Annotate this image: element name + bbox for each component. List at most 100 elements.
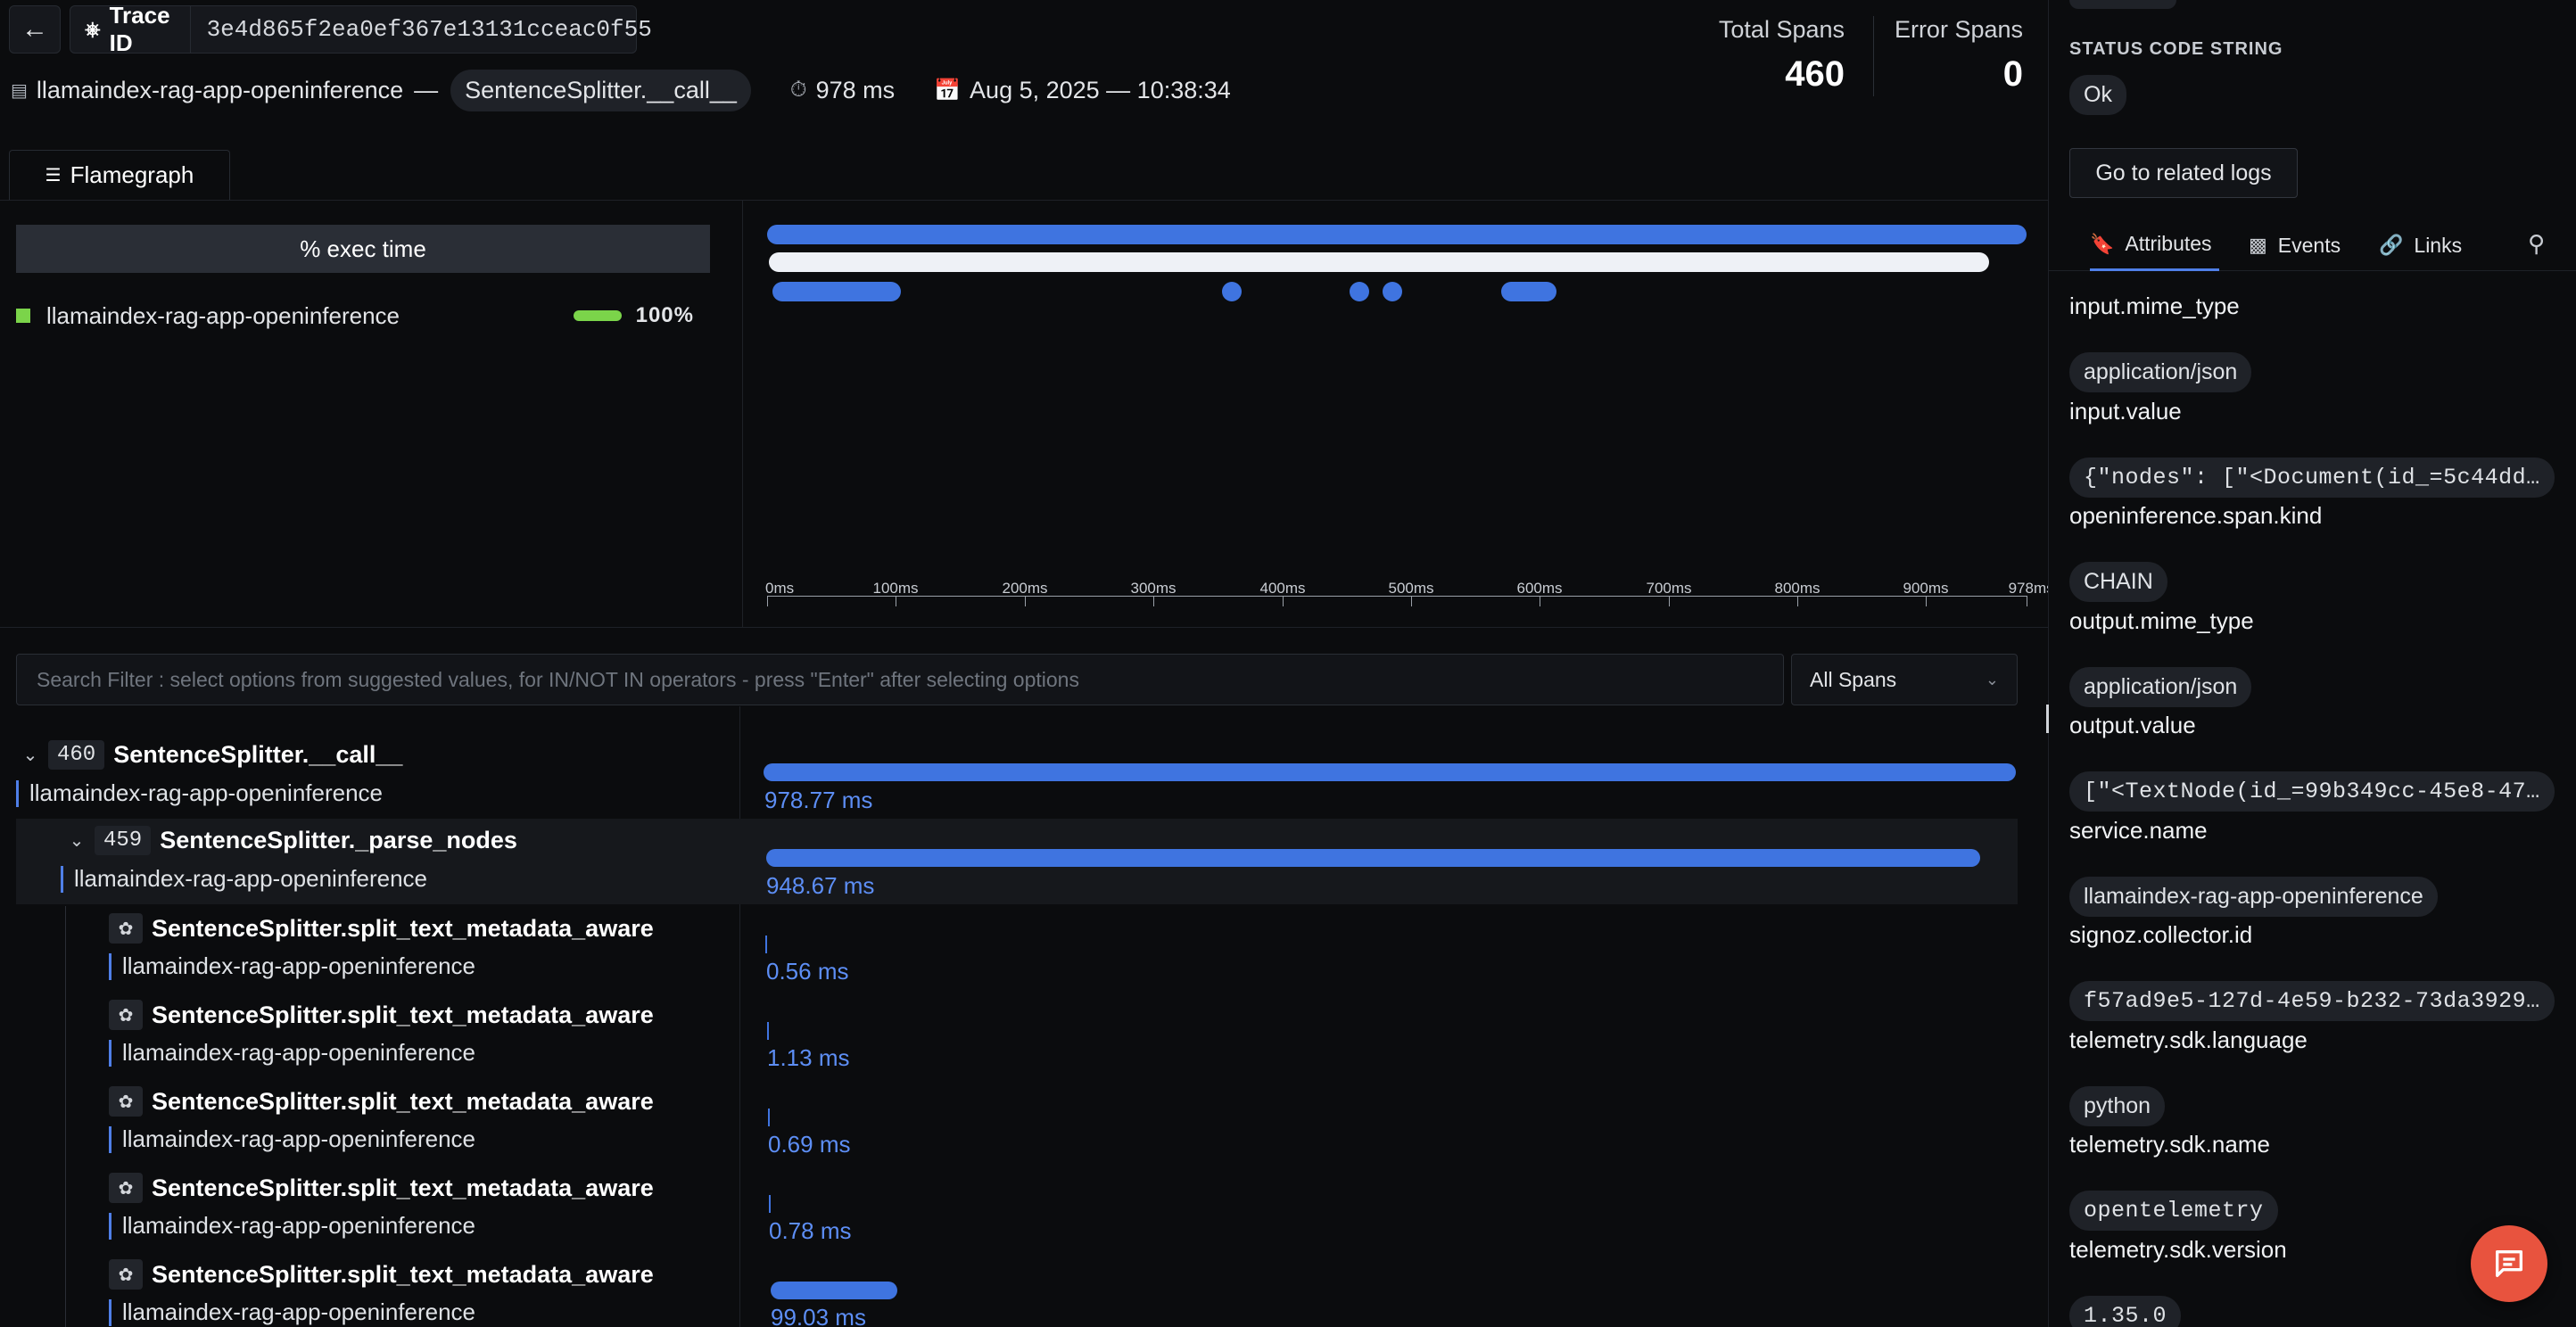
exec-time-percent: 100% bbox=[635, 303, 694, 327]
span-duration: 1.13 ms bbox=[767, 1044, 850, 1071]
legend-service-name: llamaindex-rag-app-openinference bbox=[46, 301, 400, 329]
flamegraph-icon: ☰ bbox=[45, 166, 62, 185]
attribute-value[interactable]: opentelemetry bbox=[2069, 1191, 2278, 1231]
attribute-value[interactable]: f57ad9e5-127d-4e59-b232-73da3929... bbox=[2069, 981, 2555, 1021]
panel-resize-handle[interactable] bbox=[2046, 705, 2049, 733]
leaf-icon: ✿ bbox=[109, 1086, 143, 1117]
trace-icon: ⎈ bbox=[85, 18, 101, 40]
attribute-key: output.value bbox=[2069, 712, 2196, 738]
status-code-value: Ok bbox=[2069, 75, 2126, 115]
trace-id-value[interactable]: 3e4d865f2ea0ef367e13131cceac0f55 bbox=[191, 16, 652, 43]
span-row[interactable]: ✿ SentenceSplitter.split_text_metadata_a… bbox=[0, 1252, 2018, 1327]
span-row-selected[interactable]: ⌄ 459 SentenceSplitter._parse_nodes llam… bbox=[16, 819, 2018, 904]
flame-bar-child[interactable] bbox=[1383, 282, 1402, 301]
attribute-key: openinference.span.kind bbox=[2069, 502, 2323, 529]
search-filter-input[interactable] bbox=[16, 654, 1784, 705]
span-name: SentenceSplitter.split_text_metadata_awa… bbox=[152, 1260, 654, 1288]
attribute-value[interactable]: CHAIN bbox=[2069, 562, 2167, 602]
span-bar[interactable] bbox=[768, 1109, 770, 1126]
flame-bar-child[interactable] bbox=[1222, 282, 1242, 301]
trace-duration: ⏱ 978 ms bbox=[789, 76, 896, 103]
flame-bar-selected[interactable] bbox=[769, 252, 1989, 272]
leaf-icon: ✿ bbox=[109, 913, 143, 944]
span-name: SentenceSplitter.split_text_metadata_awa… bbox=[152, 1001, 654, 1028]
axis-tick-label: 300ms bbox=[1130, 580, 1177, 597]
attribute-key: input.value bbox=[2069, 397, 2182, 424]
span-service: llamaindex-rag-app-openinference bbox=[122, 1298, 476, 1325]
exec-time-bar bbox=[573, 310, 622, 321]
trace-id-label: Trace ID bbox=[109, 2, 170, 56]
calendar-icon: 📅 bbox=[934, 78, 962, 103]
tab-events[interactable]: ▩ Events bbox=[2249, 219, 2341, 271]
leaf-icon: ✿ bbox=[109, 1259, 143, 1290]
span-bar[interactable] bbox=[769, 1195, 771, 1213]
axis-tick-label: 700ms bbox=[1646, 580, 1692, 597]
chat-button[interactable] bbox=[2471, 1225, 2547, 1302]
flame-bar-child[interactable] bbox=[1501, 282, 1556, 301]
exec-time-header: % exec time bbox=[16, 225, 710, 273]
flame-bar-child[interactable] bbox=[772, 282, 901, 301]
service-icon: ▤ bbox=[11, 80, 28, 101]
span-row[interactable]: ✿ SentenceSplitter.split_text_metadata_a… bbox=[0, 1166, 2018, 1251]
search-icon[interactable]: ⚲ bbox=[2528, 230, 2545, 258]
collapse-chevron-icon[interactable]: ⌄ bbox=[68, 829, 86, 852]
attribute-value[interactable]: ["<TextNode(id_=99b349cc-45e8-47... bbox=[2069, 771, 2555, 812]
attribute-key: telemetry.sdk.language bbox=[2069, 1026, 2308, 1053]
chevron-down-icon: ⌄ bbox=[1985, 670, 1999, 688]
service-legend-row[interactable]: llamaindex-rag-app-openinference 100% bbox=[16, 300, 694, 332]
go-to-logs-button[interactable]: Go to related logs bbox=[2069, 148, 2298, 198]
error-spans-stat: Error Spans 0 bbox=[1894, 16, 2023, 94]
tab-flamegraph[interactable]: ☰ Flamegraph bbox=[9, 150, 230, 200]
span-service: llamaindex-rag-app-openinference bbox=[122, 1212, 476, 1239]
attribute-item: telemetry.sdk.language python bbox=[2069, 1026, 2308, 1131]
attribute-key: signoz.collector.id bbox=[2069, 921, 2253, 948]
span-bar[interactable] bbox=[771, 1282, 897, 1299]
span-name: SentenceSplitter.split_text_metadata_awa… bbox=[152, 1087, 654, 1115]
span-duration: 0.69 ms bbox=[768, 1131, 851, 1158]
span-bar[interactable] bbox=[765, 935, 767, 953]
span-duration: 948.67 ms bbox=[766, 872, 875, 899]
span-service: llamaindex-rag-app-openinference bbox=[74, 865, 428, 892]
tab-attributes[interactable]: 🔖 Attributes bbox=[2090, 219, 2219, 271]
axis-tick-label: 900ms bbox=[1903, 580, 1949, 597]
flame-bar-child[interactable] bbox=[1350, 282, 1369, 301]
tab-links[interactable]: 🔗 Links bbox=[2379, 219, 2462, 271]
span-name: SentenceSplitter._parse_nodes bbox=[160, 827, 517, 853]
span-row[interactable]: ✿ SentenceSplitter.split_text_metadata_a… bbox=[0, 906, 2018, 992]
span-bar[interactable] bbox=[766, 849, 1980, 867]
bookmark-icon: 🔖 bbox=[2090, 232, 2115, 255]
attribute-value[interactable]: llamaindex-rag-app-openinference bbox=[2069, 876, 2438, 917]
back-button[interactable]: ← bbox=[9, 5, 61, 54]
leaf-icon: ✿ bbox=[109, 1173, 143, 1203]
attribute-item: input.mime_type application/json bbox=[2069, 293, 2252, 397]
span-bar[interactable] bbox=[767, 1022, 769, 1040]
attribute-value[interactable]: 1.35.0 bbox=[2069, 1295, 2182, 1327]
span-service: llamaindex-rag-app-openinference bbox=[122, 1039, 476, 1066]
attribute-key: input.mime_type bbox=[2069, 293, 2240, 319]
attribute-item: output.mime_type application/json bbox=[2069, 607, 2254, 712]
link-icon: 🔗 bbox=[2379, 234, 2404, 256]
span-service: llamaindex-rag-app-openinference bbox=[29, 779, 384, 806]
attribute-key: service.name bbox=[2069, 816, 2208, 844]
spans-select[interactable]: All Spans ⌄ bbox=[1791, 654, 2018, 705]
root-span-name: SentenceSplitter.__call__ bbox=[450, 69, 751, 111]
collapse-chevron-icon[interactable]: ⌄ bbox=[21, 744, 39, 766]
span-row[interactable]: ✿ SentenceSplitter.split_text_metadata_a… bbox=[0, 993, 2018, 1078]
trace-breadcrumb: ▤ llamaindex-rag-app-openinference — Sen… bbox=[11, 69, 1231, 111]
flame-bar-root[interactable] bbox=[767, 225, 2027, 244]
attribute-value[interactable]: {"nodes": ["<Document(id_=5c44dd1d... bbox=[2069, 457, 2555, 498]
span-bar[interactable] bbox=[764, 763, 2016, 781]
attribute-value[interactable]: application/json bbox=[2069, 666, 2252, 707]
span-row[interactable]: ✿ SentenceSplitter.split_text_metadata_a… bbox=[0, 1079, 2018, 1165]
attribute-item: telemetry.sdk.version 1.35.0 bbox=[2069, 1236, 2287, 1327]
attribute-value[interactable]: python bbox=[2069, 1085, 2166, 1126]
child-count-badge: 459 bbox=[95, 826, 152, 855]
attribute-item: output.value ["<TextNode(id_=99b349cc-45e… bbox=[2069, 712, 2555, 816]
span-row[interactable]: ⌄ 460 SentenceSplitter.__call__ llamaind… bbox=[0, 737, 2018, 822]
attribute-key: output.mime_type bbox=[2069, 606, 2254, 634]
span-duration: 0.78 ms bbox=[769, 1217, 852, 1244]
span-duration: 978.77 ms bbox=[764, 787, 873, 813]
axis-tick-label: 600ms bbox=[1516, 580, 1563, 597]
attribute-value[interactable]: application/json bbox=[2069, 352, 2252, 392]
trace-date: 📅 Aug 5, 2025 — 10:38:34 bbox=[934, 76, 1231, 103]
